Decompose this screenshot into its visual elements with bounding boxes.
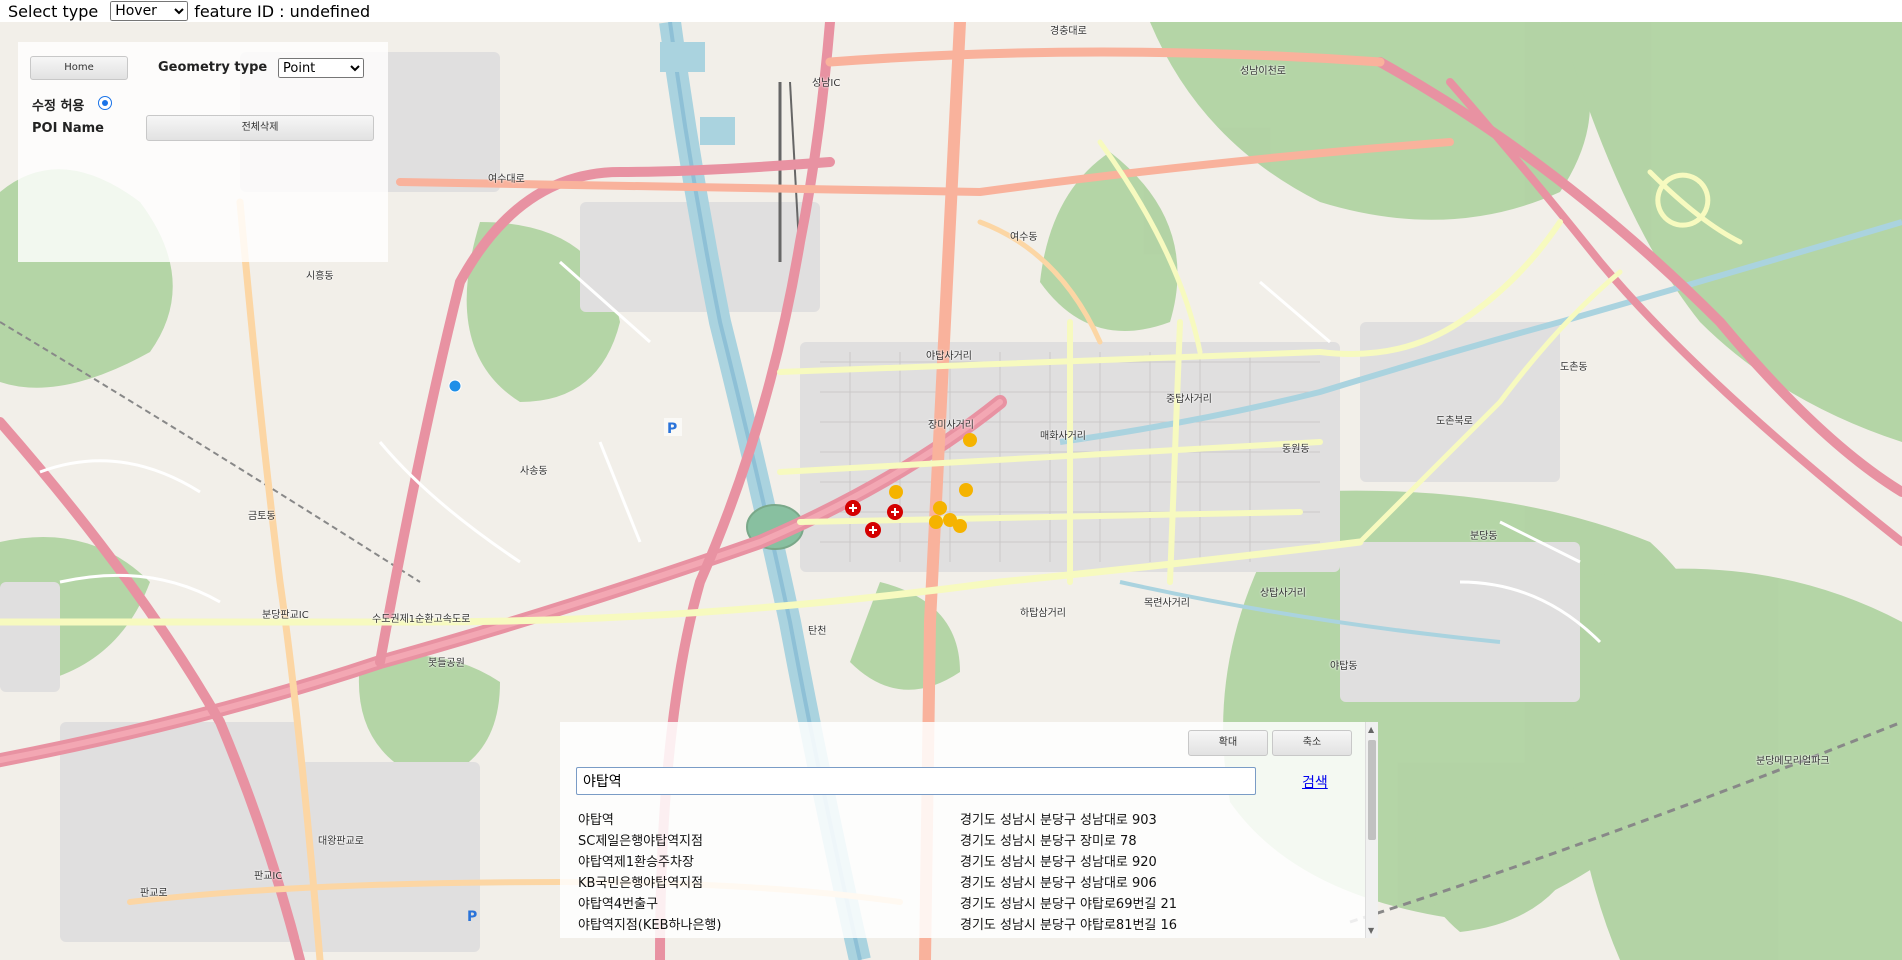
- result-row[interactable]: SC제일은행야탑역지점 경기도 성남시 분당구 장미로 78: [578, 831, 1358, 852]
- map-label: 하탑삼거리: [1020, 608, 1066, 619]
- map-label: 여수대로: [488, 174, 525, 185]
- result-row[interactable]: 야탑역4번출구 경기도 성남시 분당구 야탑로69번길 21: [578, 894, 1358, 915]
- poi-search-panel: 확대 축소 검색 야탑역 경기도 성남시 분당구 성남대로 903 SC제일은행야…: [560, 722, 1378, 938]
- result-name: 야탑역: [578, 813, 614, 828]
- zoom-out-button[interactable]: 축소: [1272, 730, 1352, 756]
- map-label: 목련사거리: [1144, 598, 1190, 609]
- delete-all-button[interactable]: 전체삭제: [146, 115, 374, 141]
- result-name: SC제일은행야탑역지점: [578, 834, 703, 849]
- result-name: KB국민은행야탑역지점: [578, 876, 704, 891]
- svg-text:P: P: [467, 909, 477, 925]
- home-button[interactable]: Home: [30, 56, 128, 80]
- result-address: 경기도 성남시 분당구 야탑로69번길 21: [960, 897, 1178, 912]
- result-name: 야탑역4번출구: [578, 897, 659, 912]
- map-label: 성남이천로: [1240, 66, 1286, 77]
- top-toolbar: Select type Hover feature ID : undefined: [0, 0, 1902, 22]
- map-label: 판교로: [140, 888, 168, 899]
- result-address: 경기도 성남시 분당구 야탑로81번길 16: [960, 918, 1178, 933]
- svg-text:P: P: [667, 421, 677, 437]
- map-label: 판교IC: [254, 871, 283, 882]
- scroll-up-icon[interactable]: ▲: [1368, 725, 1374, 734]
- map-label: 수도권제1순환고속도로: [372, 614, 471, 625]
- select-type-label: Select type: [8, 1, 99, 21]
- result-name: 야탑역제1환승주차장: [578, 855, 694, 870]
- map-label: 사송동: [520, 466, 548, 477]
- map-label: 탄천: [808, 626, 827, 637]
- map-label: 대왕판교로: [318, 836, 364, 847]
- zoom-in-button[interactable]: 확대: [1188, 730, 1268, 756]
- result-marker[interactable]: [953, 519, 967, 533]
- geometry-type-select[interactable]: Point: [278, 58, 364, 78]
- map-label: 분당판교IC: [262, 610, 309, 621]
- result-address: 경기도 성남시 분당구 장미로 78: [960, 834, 1137, 849]
- result-row[interactable]: KB국민은행야탑역지점 경기도 성남시 분당구 성남대로 906: [578, 873, 1358, 894]
- search-result-markers: [889, 433, 977, 533]
- map-label: 중탑사거리: [1166, 394, 1212, 405]
- edit-allow-label: 수정 허용: [32, 99, 85, 114]
- drawn-point-marker[interactable]: [448, 379, 462, 393]
- result-address: 경기도 성남시 분당구 성남대로 906: [960, 876, 1157, 891]
- result-row[interactable]: 야탑역제1환승주차장 경기도 성남시 분당구 성남대로 920: [578, 852, 1358, 873]
- result-marker[interactable]: [959, 483, 973, 497]
- map-label: 성남IC: [812, 78, 841, 89]
- map-label: 매화사거리: [1040, 431, 1086, 442]
- hospital-icon: [845, 500, 903, 538]
- map-label: 야탑동: [1330, 661, 1358, 672]
- result-row[interactable]: 야탑역지점(KEB하나은행) 경기도 성남시 분당구 야탑로81번길 16: [578, 915, 1358, 936]
- map-label: 장미사거리: [928, 420, 974, 431]
- map-label: 상탑사거리: [1260, 588, 1306, 599]
- poi-name-label: POI Name: [32, 121, 104, 136]
- map-label: 시흥동: [306, 271, 334, 282]
- result-marker[interactable]: [963, 433, 977, 447]
- map-label: 금토동: [248, 511, 276, 522]
- edit-control-panel: Home Geometry type Point 수정 허용 POI Name …: [18, 42, 388, 262]
- result-address: 경기도 성남시 분당구 성남대로 903: [960, 813, 1157, 828]
- map-label: 야탑사거리: [926, 351, 972, 362]
- search-results-list: 야탑역 경기도 성남시 분당구 성남대로 903 SC제일은행야탑역지점 경기도 성…: [578, 810, 1358, 936]
- search-link[interactable]: 검색: [1302, 772, 1328, 792]
- map-label: 여수동: [1010, 232, 1038, 243]
- geometry-type-label: Geometry type: [158, 60, 268, 75]
- map-label: 경충대로: [1050, 26, 1087, 37]
- map-label: 동원동: [1282, 444, 1310, 455]
- result-name: 야탑역지점(KEB하나은행): [578, 918, 722, 933]
- result-marker[interactable]: [889, 485, 903, 499]
- result-marker[interactable]: [933, 501, 947, 515]
- search-input[interactable]: [576, 767, 1256, 795]
- scroll-down-icon[interactable]: ▼: [1368, 926, 1374, 935]
- edit-allow-radio[interactable]: [98, 96, 112, 110]
- result-address: 경기도 성남시 분당구 성남대로 920: [960, 855, 1157, 870]
- scrollbar-thumb[interactable]: [1368, 740, 1376, 840]
- result-row[interactable]: 야탑역 경기도 성남시 분당구 성남대로 903: [578, 810, 1358, 831]
- feature-id-text: feature ID : undefined: [194, 1, 371, 21]
- map-label: 도촌북로: [1436, 416, 1473, 427]
- map-label: 도촌동: [1560, 362, 1588, 373]
- result-marker[interactable]: [929, 515, 943, 529]
- select-type-dropdown[interactable]: Hover: [110, 1, 189, 21]
- map-label: 분당동: [1470, 531, 1498, 542]
- map-label: 분당메모리얼파크: [1756, 756, 1830, 767]
- results-scrollbar[interactable]: ▲ ▼: [1365, 722, 1378, 938]
- map-label: 봇들공원: [428, 658, 465, 669]
